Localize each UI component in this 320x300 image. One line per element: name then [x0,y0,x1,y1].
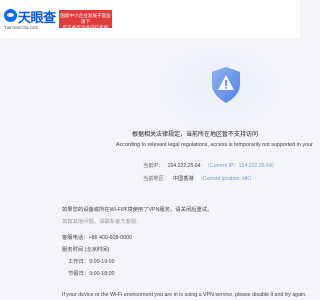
warning-shield-icon [212,67,240,103]
ip-value: 154.222.25.64 [167,163,201,169]
holiday-row: 节假日：9:00-18:00 [68,269,115,277]
notice-title-zh: 根据相关法律规定，当前所在地区暂不支持访问 [132,132,259,138]
logo-text: 天眼查 [18,11,56,26]
region-label: 当前地区： [143,176,169,182]
workday-row: 工作日：9:00-19:00 [68,257,115,265]
promo-line-2: 官方备案企业征信机构 [62,25,109,30]
workday-hours: 9:00-19:00 [89,259,115,265]
phone-number[interactable]: +86 400-608-0000 [89,235,132,241]
phone-row: 客服电话：+86 400-608-0000 [62,233,132,241]
workday-label: 工作日： [68,259,90,265]
current-region-row: 当前地区： 中国香港 （Current location: HK） [143,175,255,182]
vpn-notice-en: If your device or the Wi-Fi environment … [62,292,307,298]
vpn-notice: 如果您的设备或所在Wi-Fi环境使用了VPN服务，请关闭后重试。 [62,207,213,213]
eye-logo-icon [4,9,17,22]
logo-domain: TianYanCha.com [4,25,39,30]
ip-label: 当前IP： [143,163,164,169]
tianyancha-logo[interactable]: 天眼查 TianYanCha.com [4,8,56,34]
promo-badge: 国家中小企业发展子基金旗下 官方备案企业征信机构 [59,10,112,30]
holiday-label: 节假日： [68,271,90,277]
hours-label: 服务时间 (北京时间) [62,247,110,253]
region-value: 中国香港 [172,176,194,182]
current-ip-row: 当前IP： 154.222.25.64 （Current IP：154.222.25… [143,162,277,169]
region-en: （Current location: HK） [197,176,255,182]
notice-title-en: According to relevant legal regulations,… [116,142,313,148]
promo-line-1: 国家中小企业发展子基金旗下 [60,13,111,24]
phone-label: 客服电话： [62,235,89,241]
top-header: 天眼查 TianYanCha.com 国家中小企业发展子基金旗下 官方备案企业征… [0,0,300,38]
holiday-hours: 9:00-18:00 [89,271,115,277]
ip-en: （Current IP：154.222.25.64） [204,163,278,169]
help-prompt: 如有其他问题，请联系客方客服： [62,219,142,225]
